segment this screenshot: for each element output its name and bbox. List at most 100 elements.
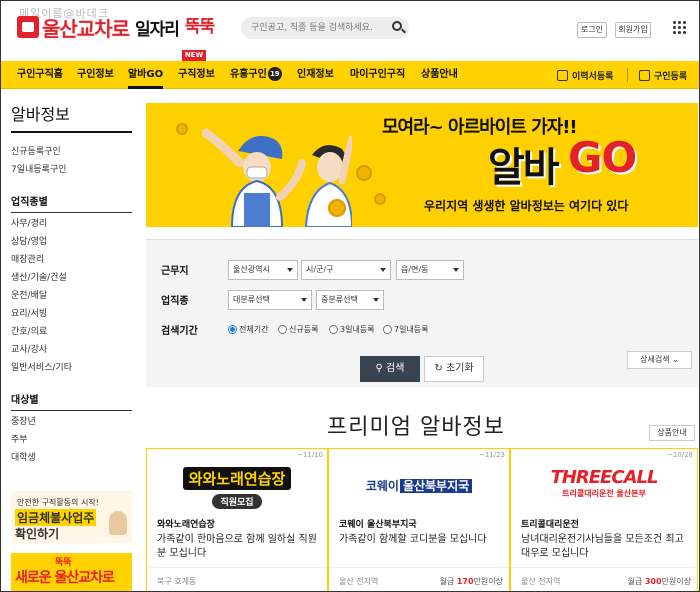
card-location: 울산 전지역 (521, 577, 561, 586)
card-logo-text-b: 직원모집 (212, 494, 262, 509)
logo-sub-text: 일자리 (135, 19, 180, 40)
sidebar: 알바정보 신규등록구인 7일내등록구인 업직종별 사무/경리 상담/영업 매장관… (11, 101, 132, 467)
period-all-label: 전체기간 (239, 325, 269, 334)
hero-albago-text-a: 알바 (488, 145, 560, 191)
coin-icon (328, 199, 346, 217)
sidebar-item-driving[interactable]: 운전/배달 (11, 287, 132, 305)
card-company: 트리콜대리운전 (521, 520, 579, 530)
new-badge: NEW (182, 50, 206, 64)
category-minor-select[interactable]: 중분류선택 (316, 290, 384, 310)
card-deadline: ~11/23 (478, 451, 505, 459)
login-button[interactable]: 로그인 (577, 22, 607, 38)
period-3days-radio[interactable]: 3일내등록 (329, 324, 375, 335)
sidebar-item-office[interactable]: 사무/경리 (11, 215, 132, 233)
sidebar-item-nursing[interactable]: 간호/의료 (11, 323, 132, 341)
premium-card[interactable]: ~11/23 코웨이 울산북부지국 코웨이 울산북부지국 가족같이 함께할 코디분… (328, 448, 510, 591)
premium-card[interactable]: ~10/28 THREECALL 트리콜대리운전 울산본부 트리콜대리운전 남녀… (510, 448, 698, 591)
district-select[interactable]: 시/군/구 (301, 260, 391, 280)
card-deadline: ~10/28 (666, 451, 693, 459)
hero-line3: 우리지역 생생한 알바정보는 여기다 있다 (424, 199, 629, 213)
nav-my-page[interactable]: 마이구인구직 (350, 61, 405, 89)
product-info-button[interactable]: 상품안내 (649, 425, 695, 441)
period-new-label: 신규등록 (289, 325, 319, 334)
card-company: 코웨이 울산북부지국 (339, 520, 417, 530)
logo-main-text: 울산교차로 (42, 16, 130, 41)
banner1-line2: 임금체불사업주 (15, 509, 97, 526)
card-description: 남녀대리운전기사님들을 모든조건 최고대우로 모십니다 (521, 534, 684, 559)
nav-adult-jobs[interactable]: 유흥구인 19 (230, 61, 282, 89)
period-label: 검색기간 (161, 326, 198, 337)
work-location-label: 근무지 (161, 266, 189, 277)
card-pay-unit: 만원이상 (473, 577, 503, 586)
search-form: 근무지 울산광역시 시/군/구 읍/면/동 업직종 대분류선택 중분류선택 검색… (146, 239, 698, 387)
wage-check-banner[interactable]: 안전한 구직활동의 시작! 임금체불사업주 확인하기 (11, 491, 132, 543)
all-menu-icon[interactable] (673, 21, 687, 35)
logo-icon (17, 16, 39, 38)
card-pay: 월급 300만원이상 (628, 576, 691, 587)
premium-title: 프리미엄 알바정보 (327, 415, 505, 440)
header: 메일이름@바데크 울산교차로 일자리 뚝뚝 로그인 회원가입 (1, 1, 699, 53)
sidebar-item-student[interactable]: 대학생 (11, 449, 132, 467)
reset-button-label: 초기화 (445, 363, 474, 374)
city-select[interactable]: 울산광역시 (228, 260, 298, 280)
refresh-icon: ↻ (434, 363, 443, 374)
sidebar-item-cooking[interactable]: 요리/서빙 (11, 305, 132, 323)
coin-icon (374, 193, 386, 205)
card-logo: 코웨이 울산북부지국 (329, 463, 509, 509)
card-location: 북구 호계동 (157, 577, 197, 586)
resume-register-link[interactable]: 이력서등록 (557, 66, 613, 84)
main-nav: 구인구직홈 구인정보 알바GO 구직정보 유흥구인 19 인재정보 마이구인구직 … (1, 61, 699, 89)
worker-illustration (109, 511, 127, 535)
nav-job-seeking[interactable]: 구직정보 (178, 61, 215, 89)
sidebar-item-teacher[interactable]: 교사/강사 (11, 341, 132, 359)
sidebar-item-senior[interactable]: 중장년 (11, 413, 132, 431)
premium-card[interactable]: ~11/10 와와노래연습장 직원모집 와와노래연습장 가족같이 한마음으로 함… (146, 448, 328, 591)
sidebar-target-header: 대상별 (11, 391, 132, 411)
coin-icon (356, 165, 372, 181)
nav-job-posts[interactable]: 구인정보 (77, 61, 114, 89)
card-logo: 와와노래연습장 직원모집 (147, 463, 327, 509)
search-icon[interactable] (392, 21, 402, 31)
period-all-radio[interactable]: 전체기간 (228, 324, 268, 335)
reset-button[interactable]: ↻ 초기화 (424, 356, 484, 382)
site-logo[interactable]: 울산교차로 일자리 뚝뚝 (17, 13, 221, 41)
search-input[interactable] (241, 17, 409, 39)
nav-divider (627, 68, 628, 82)
card-footer: 울산 전지역 월급 170만원이상 (329, 567, 509, 591)
card-logo: THREECALL 트리콜대리운전 울산본부 (511, 463, 697, 509)
sidebar-item-housewife[interactable]: 주부 (11, 431, 132, 449)
search-icon: ⚲ (375, 363, 383, 374)
resume-icon (557, 69, 568, 81)
period-7days-radio[interactable]: 7일내등록 (383, 324, 429, 335)
new-gyocharo-banner[interactable]: 뚝뚝 새로운 울산교차로 (11, 553, 132, 591)
card-pay-unit: 만원이상 (661, 577, 691, 586)
card-description: 가족같이 한마음으로 함께 일하실 직원분 모십니다 (157, 534, 317, 559)
card-pay-amount: 170 (456, 577, 474, 586)
category-major-select[interactable]: 대분류선택 (228, 290, 312, 310)
search-button-label: 검색 (386, 363, 405, 374)
search-button[interactable]: ⚲ 검색 (360, 356, 420, 382)
sidebar-item-service[interactable]: 일반서비스/기타 (11, 359, 132, 377)
sidebar-item-7days[interactable]: 7일내등록구인 (11, 161, 132, 179)
job-type-label: 업직종 (161, 296, 189, 307)
nav-albago[interactable]: 알바GO (128, 61, 164, 89)
adult-count-badge: 19 (267, 67, 282, 81)
card-pay: 월급 170만원이상 (440, 576, 503, 587)
signup-button[interactable]: 회원가입 (615, 22, 651, 38)
detail-search-button[interactable]: 상세검색 ⌄ (627, 351, 692, 369)
job-register-label: 구인등록 (654, 71, 688, 82)
card-company: 와와노래연습장 (157, 520, 215, 530)
radio-icon (278, 325, 287, 334)
nav-products[interactable]: 상품안내 (421, 61, 458, 89)
radio-checked-icon (228, 325, 237, 334)
period-new-radio[interactable]: 신규등록 (278, 324, 318, 335)
sidebar-item-store[interactable]: 매장관리 (11, 251, 132, 269)
nav-home[interactable]: 구인구직홈 (17, 61, 63, 89)
town-select[interactable]: 읍/면/동 (396, 260, 464, 280)
sidebar-item-production[interactable]: 생산/기술/건설 (11, 269, 132, 287)
sidebar-item-new[interactable]: 신규등록구인 (11, 143, 132, 161)
nav-talent[interactable]: 인재정보 (297, 61, 334, 89)
sidebar-item-sales[interactable]: 상담/영업 (11, 233, 132, 251)
job-register-link[interactable]: 구인등록 (639, 66, 687, 84)
banner1-line1: 안전한 구직활동의 시작! (17, 498, 99, 507)
